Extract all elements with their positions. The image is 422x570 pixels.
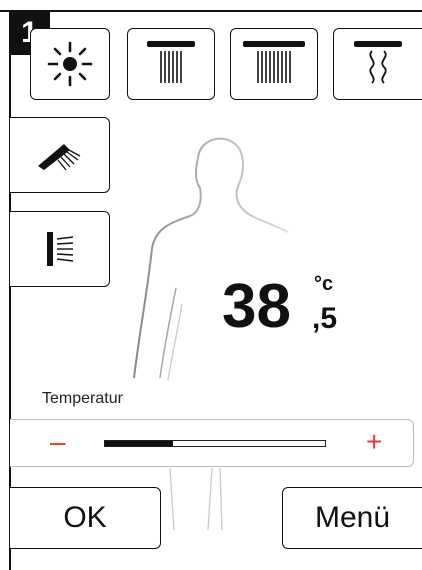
massage-shower-icon bbox=[354, 41, 402, 84]
light-icon bbox=[47, 41, 93, 87]
increase-temperature-button[interactable]: + bbox=[366, 428, 382, 456]
decrease-temperature-button[interactable]: – bbox=[50, 428, 66, 456]
wide-rain-shower-icon bbox=[243, 41, 305, 83]
light-button[interactable] bbox=[30, 28, 110, 100]
narrow-rain-shower-icon bbox=[147, 41, 195, 83]
hand-shower-button[interactable] bbox=[10, 117, 110, 193]
temperature-label: Temperatur bbox=[42, 390, 123, 407]
temperature-decimal: ,5 bbox=[312, 302, 338, 335]
menu-button-label: Menü bbox=[314, 501, 391, 534]
body-silhouette-illustration bbox=[133, 137, 289, 381]
ok-button[interactable]: OK bbox=[10, 487, 161, 549]
temperature-display: 38 °c ,5 bbox=[222, 268, 352, 348]
side-shower-button[interactable] bbox=[10, 211, 110, 287]
frame-left-border bbox=[9, 10, 11, 570]
temperature-unit: °c bbox=[314, 273, 334, 295]
temperature-integer: 38 bbox=[222, 272, 291, 341]
narrow-rain-shower-button[interactable] bbox=[127, 28, 215, 100]
temperature-slider-track[interactable] bbox=[104, 440, 326, 447]
massage-shower-button[interactable] bbox=[333, 28, 422, 100]
body-legs-illustration bbox=[169, 468, 223, 531]
side-shower-icon bbox=[46, 232, 73, 266]
temperature-slider-panel: – + bbox=[10, 419, 414, 467]
frame-top-border bbox=[0, 10, 422, 12]
menu-button[interactable]: Menü bbox=[282, 487, 422, 549]
ok-button-label: OK bbox=[63, 501, 107, 534]
wide-rain-shower-button[interactable] bbox=[230, 28, 318, 100]
temperature-slider-fill bbox=[105, 441, 174, 446]
hand-shower-icon bbox=[37, 144, 80, 171]
